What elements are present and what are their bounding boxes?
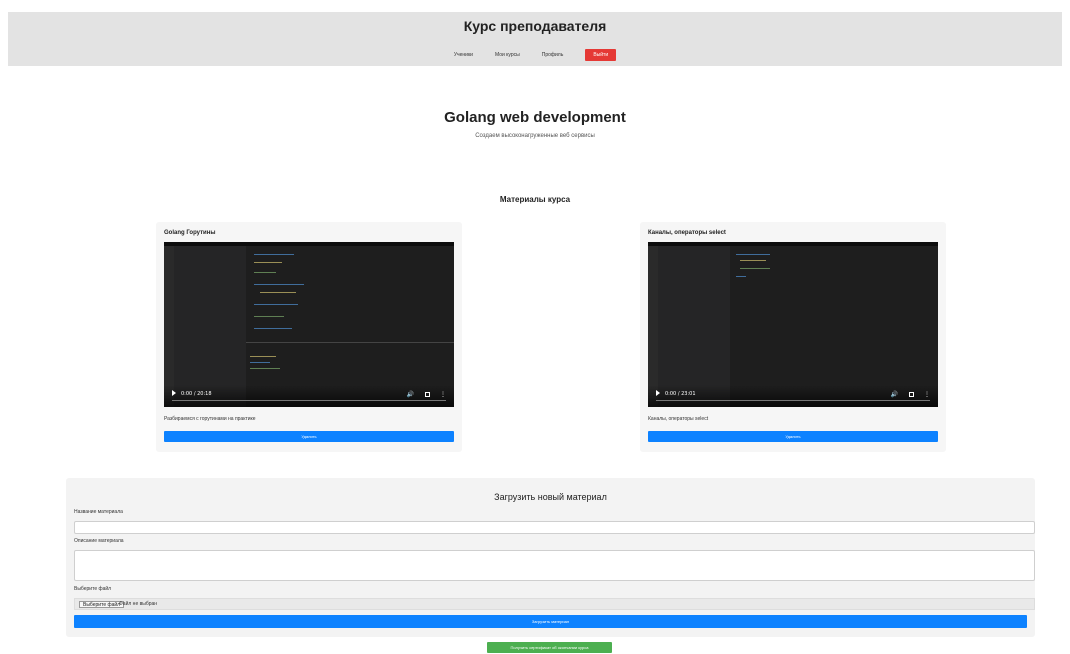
upload-form-title: Загрузить новый материал <box>494 492 607 502</box>
fullscreen-icon[interactable] <box>909 392 914 397</box>
play-icon[interactable] <box>172 390 176 396</box>
materials-heading: Материалы курса <box>499 195 571 204</box>
material-title: Каналы, операторы select <box>648 230 726 236</box>
upload-material-button[interactable]: Загрузить материал <box>74 615 1027 628</box>
volume-icon[interactable]: 🔊 <box>891 391 898 398</box>
video-progress-bar[interactable] <box>656 400 930 401</box>
video-frame-sidebar <box>174 246 246 407</box>
choose-file-button[interactable]: Выберите файл <box>79 601 125 608</box>
material-card: Каналы, операторы select 0:00 / 23:01 🔊 … <box>640 222 946 452</box>
material-title: Golang Горутины <box>164 230 216 236</box>
file-label: Выберите файл <box>74 586 112 592</box>
material-card: Golang Горутины 0:00 / 20:18 🔊 ⋮ Разбира… <box>156 222 462 452</box>
logout-button[interactable]: Выйти <box>585 49 617 61</box>
course-description: Создаем высоконагруженные веб сервисы <box>475 133 595 139</box>
course-title: Golang web development <box>444 109 626 126</box>
material-description-label: Описание материала <box>74 538 124 544</box>
video-controls: 0:00 / 20:18 🔊 ⋮ <box>164 385 454 407</box>
material-name-label: Название материала <box>74 509 123 515</box>
nav-my-courses-link[interactable]: Мои курсы <box>495 52 520 58</box>
volume-icon[interactable]: 🔊 <box>407 391 414 398</box>
header-title: Курс преподавателя <box>463 18 607 34</box>
nav-profile-link[interactable]: Профиль <box>542 52 564 58</box>
video-frame-activity-bar <box>164 246 174 407</box>
video-frame-editor <box>730 246 938 407</box>
page-header: Курс преподавателя Ученики Мои курсы Про… <box>8 12 1062 66</box>
more-icon[interactable]: ⋮ <box>924 391 930 398</box>
delete-material-button[interactable]: Удалить <box>164 431 454 442</box>
material-description: Каналы, операторы select <box>648 416 709 422</box>
play-icon[interactable] <box>656 390 660 396</box>
video-frame-panel-divider <box>246 342 454 343</box>
video-frame-editor <box>246 246 454 407</box>
video-frame-activity-bar <box>648 246 658 407</box>
video-time: 0:00 / 20:18 <box>181 391 212 397</box>
video-progress-bar[interactable] <box>172 400 446 401</box>
nav-students-link[interactable]: Ученики <box>454 52 473 58</box>
video-player[interactable]: 0:00 / 20:18 🔊 ⋮ <box>164 242 454 407</box>
delete-material-button[interactable]: Удалить <box>648 431 938 442</box>
more-icon[interactable]: ⋮ <box>440 391 446 398</box>
file-input[interactable]: Выберите файл Файл не выбран <box>74 598 1035 610</box>
get-certificate-button[interactable]: Получить сертификат об окончании курса <box>487 642 612 653</box>
material-description: Разбираемся с горутинами на практике <box>164 416 256 422</box>
file-status: Файл не выбран <box>119 601 158 607</box>
video-player[interactable]: 0:00 / 23:01 🔊 ⋮ <box>648 242 938 407</box>
fullscreen-icon[interactable] <box>425 392 430 397</box>
video-frame-sidebar <box>658 246 730 407</box>
material-name-input[interactable] <box>74 521 1035 534</box>
material-description-textarea[interactable] <box>74 550 1035 581</box>
video-controls: 0:00 / 23:01 🔊 ⋮ <box>648 385 938 407</box>
upload-material-form: Загрузить новый материал Название матери… <box>66 478 1035 637</box>
top-nav: Ученики Мои курсы Профиль Выйти <box>8 49 1062 61</box>
video-time: 0:00 / 23:01 <box>665 391 696 397</box>
